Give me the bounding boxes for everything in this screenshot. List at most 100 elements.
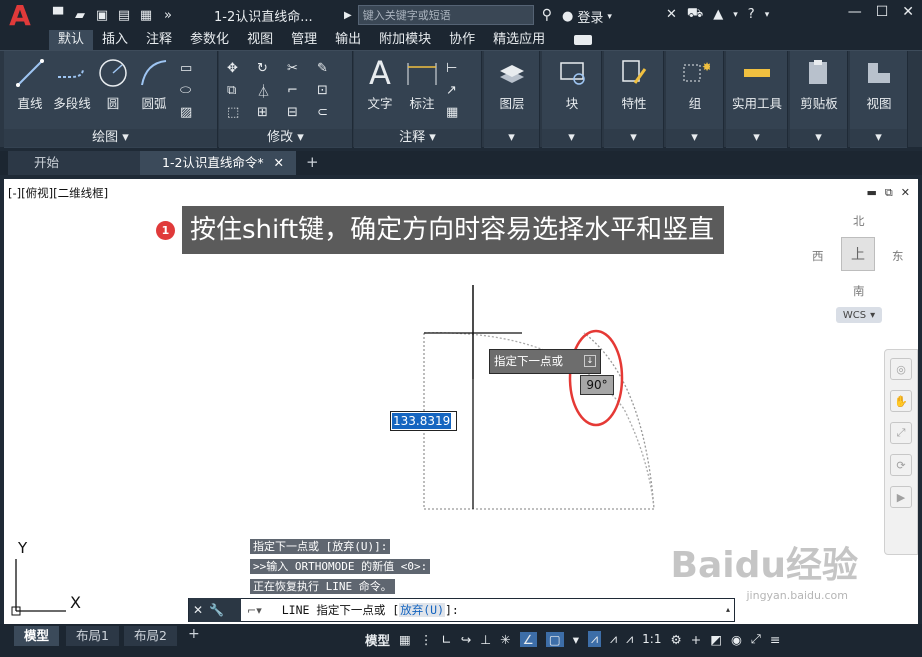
vp-minimize-icon[interactable]: ▬ <box>867 186 877 200</box>
array-icon[interactable]: ⊟ <box>287 103 311 121</box>
arrow-down-icon[interactable]: ↓ <box>584 355 596 367</box>
utilities-button[interactable]: 实用工具 <box>728 57 786 112</box>
copy-icon[interactable]: ⧉ <box>227 81 251 99</box>
zoom-extents-icon[interactable]: ⤢ <box>890 422 912 444</box>
new-file-icon[interactable]: ▀ <box>50 7 66 23</box>
move-icon[interactable]: ✥ <box>227 59 251 77</box>
wrench-icon[interactable]: 🔧 <box>209 603 224 617</box>
viewcube-south[interactable]: 南 <box>853 283 865 299</box>
utilities-dropdown[interactable]: ▾ <box>726 129 787 147</box>
user-login[interactable]: ● 登录 ▾ <box>562 7 612 26</box>
clipboard-button[interactable]: 剪贴板 <box>794 57 844 112</box>
save-icon[interactable]: ▣ <box>94 7 110 23</box>
polar-tracking-icon[interactable]: ✳ <box>500 632 510 647</box>
tab-addins[interactable]: 附加模块 <box>370 30 440 50</box>
annotation-scale-icon[interactable]: ⩘ <box>610 631 617 647</box>
pan-icon[interactable]: ✋ <box>890 390 912 412</box>
erase-icon[interactable]: ✎ <box>317 59 341 77</box>
trim-icon[interactable]: ✂ <box>287 59 311 77</box>
ellipse-icon[interactable]: ⬭ <box>180 81 204 99</box>
object-snap-icon[interactable]: ▢ <box>545 631 564 647</box>
tab-parametric[interactable]: 参数化 <box>181 30 238 50</box>
layout-tab-model[interactable]: 模型 <box>14 626 60 646</box>
chevron-down-icon[interactable]: ▾ <box>573 632 579 647</box>
leader-icon[interactable]: ↗ <box>446 81 470 99</box>
circle-button[interactable]: 圆 <box>94 57 132 112</box>
block-dropdown[interactable]: ▾ <box>542 129 601 147</box>
plus-icon[interactable]: + <box>691 632 701 647</box>
mirror-icon[interactable]: ⏃ <box>257 81 281 100</box>
arc-button[interactable]: 圆弧 <box>134 57 174 112</box>
tab-annotate[interactable]: 注释 <box>137 30 181 50</box>
properties-dropdown[interactable]: ▾ <box>604 129 663 147</box>
close-icon[interactable]: ✕ <box>193 603 203 617</box>
add-layout-icon[interactable]: + <box>188 626 200 642</box>
close-tab-icon[interactable]: ✕ <box>274 151 284 175</box>
close-icon[interactable]: ✕ <box>902 4 914 20</box>
vp-close-icon[interactable]: ✕ <box>901 186 910 200</box>
clipboard-group[interactable]: 剪贴板 ▾ <box>790 51 848 148</box>
layer-group[interactable]: 图层 ▾ <box>484 51 540 148</box>
viewcube-east[interactable]: 东 <box>892 248 904 264</box>
expand-arrow-icon[interactable]: ▶ <box>344 10 352 21</box>
tab-manage[interactable]: 管理 <box>282 30 326 50</box>
viewcube[interactable]: 北 西 东 南 上 WCS ▾ <box>808 211 908 323</box>
save-as-icon[interactable]: ▤ <box>116 7 132 23</box>
viewport-controls-label[interactable]: [-][俯视][二维线框] <box>8 185 108 201</box>
search-input[interactable] <box>357 5 534 25</box>
view-button[interactable]: 视图 <box>859 57 899 112</box>
search-icon[interactable]: ⚲ <box>542 7 552 23</box>
autocad-logo[interactable]: A <box>0 0 40 32</box>
settings-icon[interactable]: ⚙ <box>670 632 681 647</box>
scale-icon[interactable]: ⊞ <box>257 103 281 121</box>
snap-icon[interactable]: ⋮ <box>420 632 433 647</box>
model-space-label[interactable]: 模型 <box>365 630 390 649</box>
vp-restore-icon[interactable]: ⧉ <box>885 186 893 200</box>
command-prompt[interactable]: LINE 指定下一点或 [放弃(U)]: <box>282 602 459 618</box>
customize-icon[interactable]: ≡ <box>770 632 780 647</box>
tab-view[interactable]: 视图 <box>238 30 282 50</box>
view-dropdown[interactable]: ▾ <box>850 129 907 147</box>
ribbon-toggle-icon[interactable] <box>574 35 593 45</box>
chevron-up-icon[interactable]: ▴ <box>726 605 730 614</box>
infer-constraints-icon[interactable]: ∟ <box>441 632 451 647</box>
steering-wheel-icon[interactable]: ◎ <box>890 358 912 380</box>
utilities-group[interactable]: 实用工具 ▾ <box>726 51 788 148</box>
undo-option[interactable]: 放弃(U) <box>399 603 445 617</box>
block-button[interactable]: 块 <box>552 57 592 112</box>
angle-tooltip[interactable]: 90° <box>580 375 614 395</box>
autodesk-icon[interactable]: ▲ <box>713 7 723 22</box>
chevron-down-icon[interactable]: ▾ <box>765 10 770 20</box>
plot-icon[interactable]: ▦ <box>138 7 154 23</box>
layer-dropdown[interactable]: ▾ <box>484 129 539 147</box>
layout-tab-layout1[interactable]: 布局1 <box>66 626 119 646</box>
grid-icon[interactable]: ▦ <box>399 632 411 647</box>
rotate-icon[interactable]: ↻ <box>257 59 281 77</box>
chevron-down-icon[interactable]: ▾ <box>733 10 738 20</box>
drawing-canvas[interactable]: Y X [-][俯视][二维线框] ▬ ⧉ ✕ 1 按住shift键，确定方向时… <box>4 179 918 624</box>
table-icon[interactable]: ▦ <box>446 103 470 121</box>
minimize-icon[interactable]: — <box>848 4 862 20</box>
text-button[interactable]: A 文字 <box>360 54 400 112</box>
new-tab-icon[interactable]: + <box>306 153 319 171</box>
view-group[interactable]: 视图 ▾ <box>850 51 908 148</box>
block-group[interactable]: 块 ▾ <box>542 51 602 148</box>
stretch-icon[interactable]: ⬚ <box>227 103 251 121</box>
wcs-menu[interactable]: WCS ▾ <box>836 307 882 323</box>
isodraft-icon[interactable]: ∠ <box>519 631 537 647</box>
length-input[interactable]: 133.8319 <box>390 411 457 431</box>
tab-insert[interactable]: 插入 <box>93 30 137 50</box>
linear-dim-icon[interactable]: ⊢ <box>446 59 470 77</box>
annotation-group-title[interactable]: 注释 ▾ <box>354 129 481 147</box>
maximize-icon[interactable]: ☐ <box>876 4 889 20</box>
line-button[interactable]: 直线 <box>10 57 50 112</box>
showmotion-icon[interactable]: ▶ <box>890 486 912 508</box>
group-button[interactable]: ✸ 组 <box>675 57 715 112</box>
properties-group[interactable]: 特性 ▾ <box>604 51 664 148</box>
help-icon[interactable]: ? <box>748 7 755 22</box>
rectangle-icon[interactable]: ▭ <box>180 59 204 77</box>
tab-featured-apps[interactable]: 精选应用 <box>484 30 554 50</box>
group-dropdown[interactable]: ▾ <box>666 129 723 147</box>
command-line[interactable]: ✕ 🔧 ⌐▾ LINE 指定下一点或 [放弃(U)]: ▴ <box>188 598 735 622</box>
orbit-icon[interactable]: ⟳ <box>890 454 912 476</box>
